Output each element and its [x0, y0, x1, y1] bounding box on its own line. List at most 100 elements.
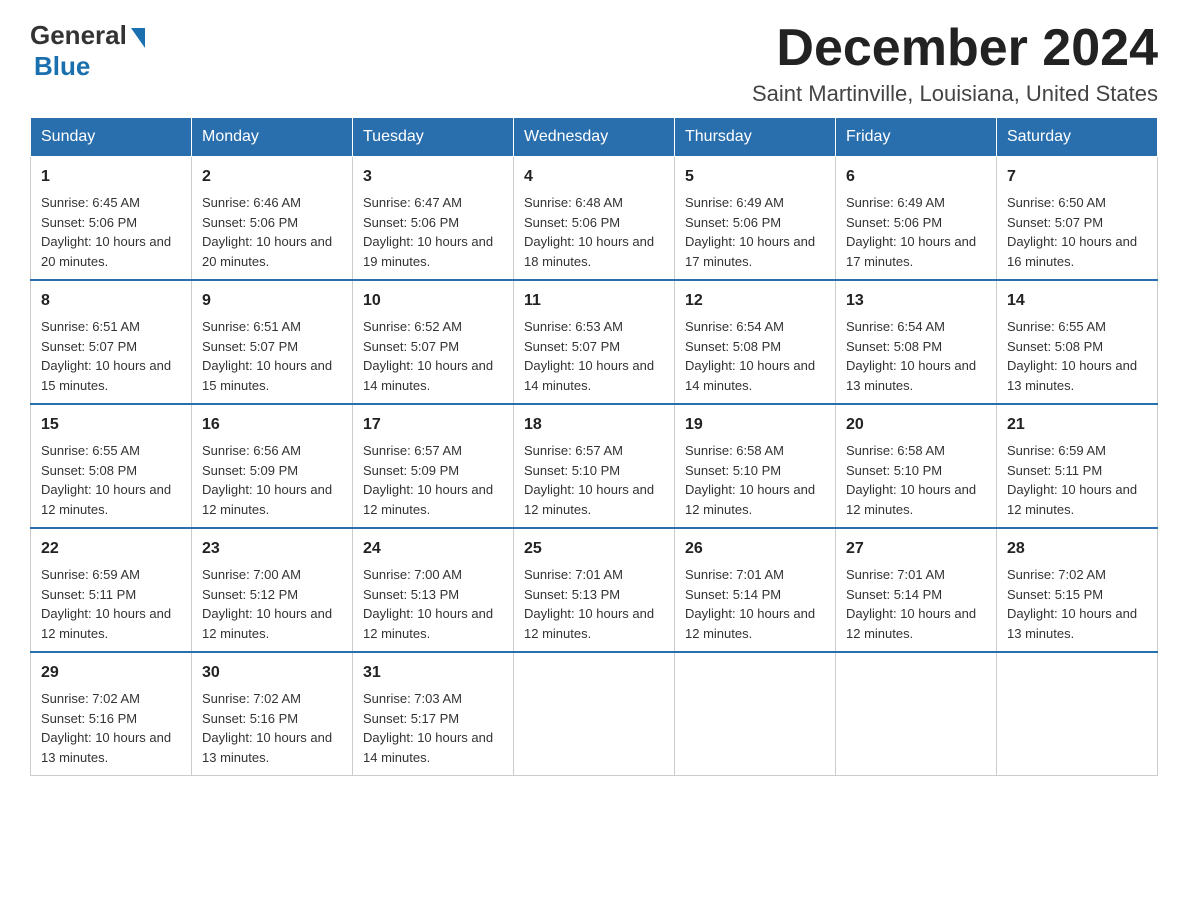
location-title: Saint Martinville, Louisiana, United Sta…	[752, 81, 1158, 107]
table-row: 20 Sunrise: 6:58 AMSunset: 5:10 PMDaylig…	[836, 404, 997, 528]
day-number: 7	[1007, 165, 1147, 189]
day-info: Sunrise: 6:50 AMSunset: 5:07 PMDaylight:…	[1007, 195, 1137, 269]
day-number: 6	[846, 165, 986, 189]
logo-arrow-icon	[131, 28, 145, 48]
day-number: 1	[41, 165, 181, 189]
day-info: Sunrise: 6:47 AMSunset: 5:06 PMDaylight:…	[363, 195, 493, 269]
table-row	[514, 652, 675, 776]
calendar-header-row: Sunday Monday Tuesday Wednesday Thursday…	[31, 118, 1158, 157]
table-row: 25 Sunrise: 7:01 AMSunset: 5:13 PMDaylig…	[514, 528, 675, 652]
day-number: 4	[524, 165, 664, 189]
day-info: Sunrise: 6:59 AMSunset: 5:11 PMDaylight:…	[1007, 443, 1137, 517]
table-row: 18 Sunrise: 6:57 AMSunset: 5:10 PMDaylig…	[514, 404, 675, 528]
day-number: 21	[1007, 413, 1147, 437]
table-row	[997, 652, 1158, 776]
logo-general-text: General	[30, 20, 127, 51]
col-wednesday: Wednesday	[514, 118, 675, 157]
day-info: Sunrise: 7:01 AMSunset: 5:14 PMDaylight:…	[846, 567, 976, 641]
calendar-week-row: 1 Sunrise: 6:45 AMSunset: 5:06 PMDayligh…	[31, 157, 1158, 281]
day-number: 30	[202, 661, 342, 685]
table-row: 27 Sunrise: 7:01 AMSunset: 5:14 PMDaylig…	[836, 528, 997, 652]
table-row: 6 Sunrise: 6:49 AMSunset: 5:06 PMDayligh…	[836, 157, 997, 281]
day-info: Sunrise: 6:56 AMSunset: 5:09 PMDaylight:…	[202, 443, 332, 517]
day-number: 19	[685, 413, 825, 437]
page-header: General Blue December 2024 Saint Martinv…	[30, 20, 1158, 107]
day-number: 5	[685, 165, 825, 189]
day-number: 24	[363, 537, 503, 561]
calendar-week-row: 22 Sunrise: 6:59 AMSunset: 5:11 PMDaylig…	[31, 528, 1158, 652]
day-info: Sunrise: 6:48 AMSunset: 5:06 PMDaylight:…	[524, 195, 654, 269]
day-info: Sunrise: 6:58 AMSunset: 5:10 PMDaylight:…	[685, 443, 815, 517]
day-number: 3	[363, 165, 503, 189]
day-number: 2	[202, 165, 342, 189]
col-thursday: Thursday	[675, 118, 836, 157]
day-info: Sunrise: 6:52 AMSunset: 5:07 PMDaylight:…	[363, 319, 493, 393]
day-info: Sunrise: 6:51 AMSunset: 5:07 PMDaylight:…	[41, 319, 171, 393]
day-info: Sunrise: 7:00 AMSunset: 5:13 PMDaylight:…	[363, 567, 493, 641]
table-row: 2 Sunrise: 6:46 AMSunset: 5:06 PMDayligh…	[192, 157, 353, 281]
table-row: 19 Sunrise: 6:58 AMSunset: 5:10 PMDaylig…	[675, 404, 836, 528]
day-number: 22	[41, 537, 181, 561]
day-info: Sunrise: 6:55 AMSunset: 5:08 PMDaylight:…	[1007, 319, 1137, 393]
day-number: 13	[846, 289, 986, 313]
day-info: Sunrise: 7:00 AMSunset: 5:12 PMDaylight:…	[202, 567, 332, 641]
day-info: Sunrise: 7:01 AMSunset: 5:13 PMDaylight:…	[524, 567, 654, 641]
day-info: Sunrise: 6:54 AMSunset: 5:08 PMDaylight:…	[846, 319, 976, 393]
day-number: 14	[1007, 289, 1147, 313]
table-row: 26 Sunrise: 7:01 AMSunset: 5:14 PMDaylig…	[675, 528, 836, 652]
calendar-table: Sunday Monday Tuesday Wednesday Thursday…	[30, 117, 1158, 776]
day-number: 10	[363, 289, 503, 313]
day-number: 23	[202, 537, 342, 561]
day-number: 18	[524, 413, 664, 437]
day-number: 9	[202, 289, 342, 313]
table-row: 16 Sunrise: 6:56 AMSunset: 5:09 PMDaylig…	[192, 404, 353, 528]
day-info: Sunrise: 6:51 AMSunset: 5:07 PMDaylight:…	[202, 319, 332, 393]
day-info: Sunrise: 7:02 AMSunset: 5:16 PMDaylight:…	[41, 691, 171, 765]
table-row: 24 Sunrise: 7:00 AMSunset: 5:13 PMDaylig…	[353, 528, 514, 652]
day-info: Sunrise: 7:02 AMSunset: 5:15 PMDaylight:…	[1007, 567, 1137, 641]
table-row: 12 Sunrise: 6:54 AMSunset: 5:08 PMDaylig…	[675, 280, 836, 404]
table-row: 10 Sunrise: 6:52 AMSunset: 5:07 PMDaylig…	[353, 280, 514, 404]
day-info: Sunrise: 6:46 AMSunset: 5:06 PMDaylight:…	[202, 195, 332, 269]
day-number: 20	[846, 413, 986, 437]
table-row: 23 Sunrise: 7:00 AMSunset: 5:12 PMDaylig…	[192, 528, 353, 652]
table-row: 14 Sunrise: 6:55 AMSunset: 5:08 PMDaylig…	[997, 280, 1158, 404]
table-row: 28 Sunrise: 7:02 AMSunset: 5:15 PMDaylig…	[997, 528, 1158, 652]
day-number: 12	[685, 289, 825, 313]
day-number: 26	[685, 537, 825, 561]
day-info: Sunrise: 6:49 AMSunset: 5:06 PMDaylight:…	[685, 195, 815, 269]
table-row: 4 Sunrise: 6:48 AMSunset: 5:06 PMDayligh…	[514, 157, 675, 281]
day-info: Sunrise: 7:03 AMSunset: 5:17 PMDaylight:…	[363, 691, 493, 765]
day-info: Sunrise: 6:58 AMSunset: 5:10 PMDaylight:…	[846, 443, 976, 517]
calendar-week-row: 15 Sunrise: 6:55 AMSunset: 5:08 PMDaylig…	[31, 404, 1158, 528]
day-info: Sunrise: 6:49 AMSunset: 5:06 PMDaylight:…	[846, 195, 976, 269]
calendar-week-row: 29 Sunrise: 7:02 AMSunset: 5:16 PMDaylig…	[31, 652, 1158, 776]
day-number: 16	[202, 413, 342, 437]
day-info: Sunrise: 6:55 AMSunset: 5:08 PMDaylight:…	[41, 443, 171, 517]
table-row: 1 Sunrise: 6:45 AMSunset: 5:06 PMDayligh…	[31, 157, 192, 281]
day-number: 17	[363, 413, 503, 437]
day-number: 29	[41, 661, 181, 685]
table-row: 11 Sunrise: 6:53 AMSunset: 5:07 PMDaylig…	[514, 280, 675, 404]
col-tuesday: Tuesday	[353, 118, 514, 157]
day-info: Sunrise: 7:01 AMSunset: 5:14 PMDaylight:…	[685, 567, 815, 641]
day-number: 11	[524, 289, 664, 313]
day-number: 25	[524, 537, 664, 561]
table-row: 3 Sunrise: 6:47 AMSunset: 5:06 PMDayligh…	[353, 157, 514, 281]
table-row: 31 Sunrise: 7:03 AMSunset: 5:17 PMDaylig…	[353, 652, 514, 776]
table-row: 5 Sunrise: 6:49 AMSunset: 5:06 PMDayligh…	[675, 157, 836, 281]
table-row: 21 Sunrise: 6:59 AMSunset: 5:11 PMDaylig…	[997, 404, 1158, 528]
day-number: 27	[846, 537, 986, 561]
col-friday: Friday	[836, 118, 997, 157]
logo: General Blue	[30, 20, 145, 82]
table-row	[836, 652, 997, 776]
col-saturday: Saturday	[997, 118, 1158, 157]
day-info: Sunrise: 6:53 AMSunset: 5:07 PMDaylight:…	[524, 319, 654, 393]
day-info: Sunrise: 6:57 AMSunset: 5:09 PMDaylight:…	[363, 443, 493, 517]
day-number: 15	[41, 413, 181, 437]
table-row: 7 Sunrise: 6:50 AMSunset: 5:07 PMDayligh…	[997, 157, 1158, 281]
day-info: Sunrise: 6:45 AMSunset: 5:06 PMDaylight:…	[41, 195, 171, 269]
day-info: Sunrise: 6:59 AMSunset: 5:11 PMDaylight:…	[41, 567, 171, 641]
table-row: 30 Sunrise: 7:02 AMSunset: 5:16 PMDaylig…	[192, 652, 353, 776]
logo-blue-text: Blue	[34, 51, 90, 82]
